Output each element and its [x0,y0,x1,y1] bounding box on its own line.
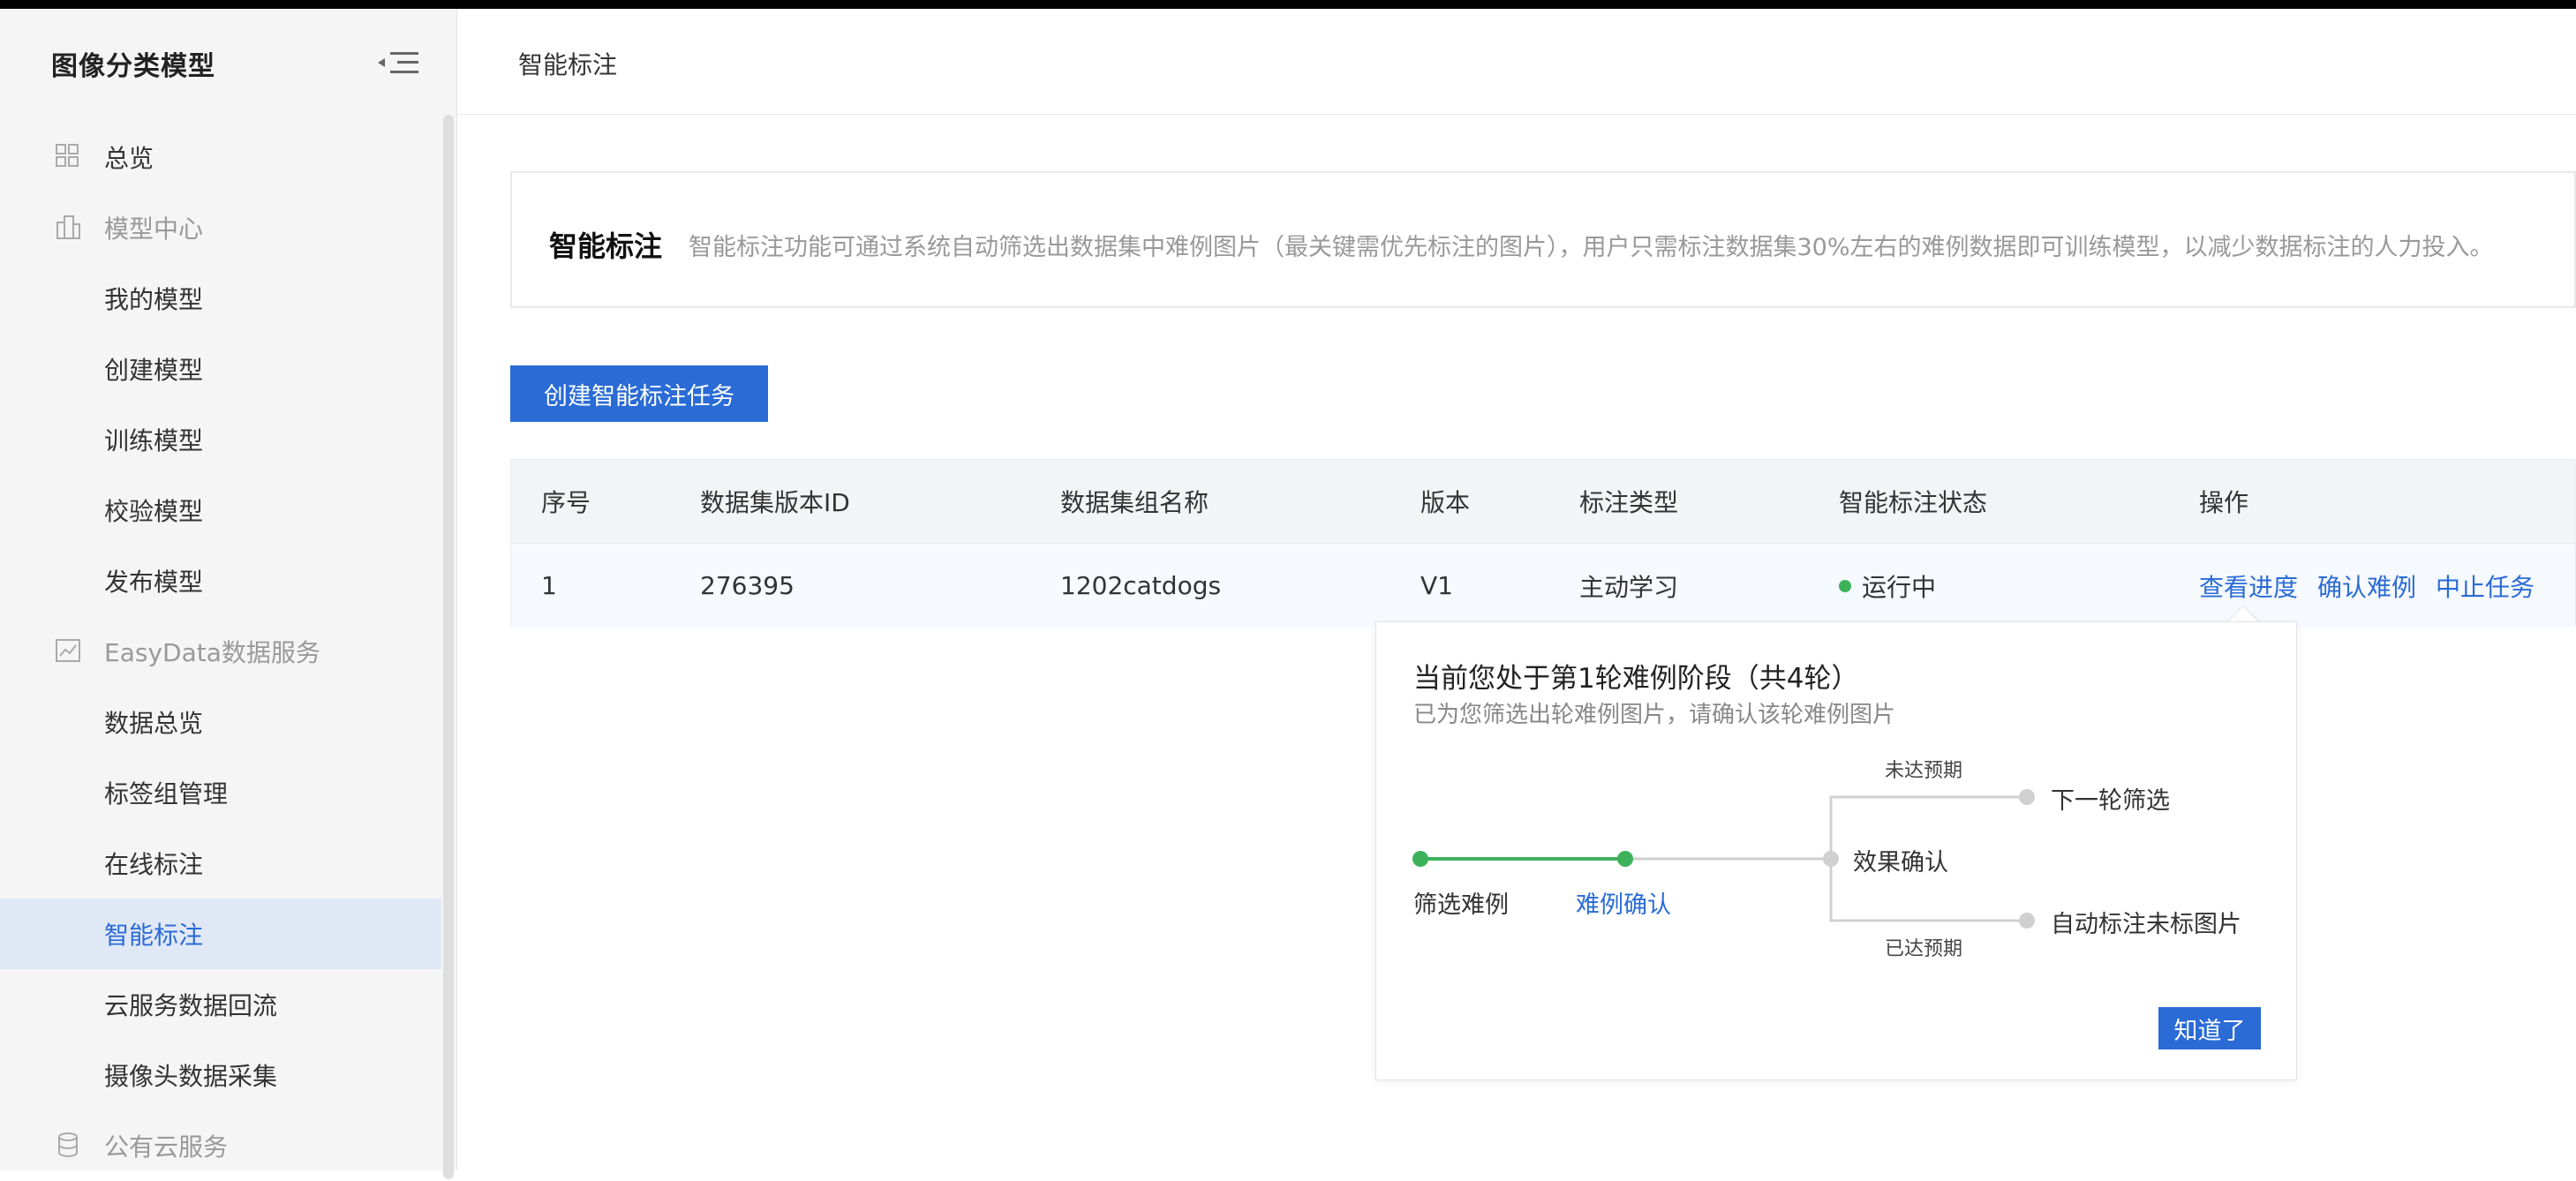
table-header: 序号 数据集版本ID 数据集组名称 版本 标注类型 智能标注状态 操作 [511,460,2575,543]
sidebar: 图像分类模型 总览 模型中心 我的模型 创建模型 训练模型 校验模型 发布模型 … [0,9,457,1179]
sidebar-item-my-models[interactable]: 我的模型 [0,263,441,334]
sidebar-scrollbar[interactable] [443,115,454,1179]
column-header-version: 版本 [1420,488,1471,517]
database-icon [55,1132,83,1160]
sidebar-item-label: 摄像头数据采集 [104,1062,278,1091]
sidebar-item-label: 在线标注 [104,850,204,879]
sidebar-item-label: 我的模型 [104,285,204,314]
sidebar-group-label: EasyData数据服务 [104,638,320,667]
column-header-status: 智能标注状态 [1839,488,1988,517]
table-row: 1 276395 1202catdogs V1 主动学习 运行中 查看进度 确认… [511,543,2575,628]
step-evaluate-label: 效果确认 [1853,849,1948,876]
step-filter-node [1412,851,1428,867]
collapse-menu-icon[interactable] [378,49,422,76]
sidebar-item-label: 智能标注 [104,921,204,950]
sidebar-title: 图像分类模型 [51,51,215,82]
grid-icon [55,143,83,171]
cell-index: 1 [541,571,557,600]
sidebar-item-label: 标签组管理 [104,779,229,809]
sidebar-header: 图像分类模型 [0,9,457,113]
intro-title: 智能标注 [549,229,663,263]
branch-top-condition: 未达预期 [1885,760,1963,782]
sidebar-item-create-model[interactable]: 创建模型 [0,334,441,404]
sidebar-group-model-center[interactable]: 模型中心 [0,192,441,263]
sidebar-group-label: 公有云服务 [104,1132,229,1162]
progress-popover: 当前您处于第1轮难例阶段（共4轮） 已为您筛选出轮难例图片，请确认该轮难例图片 … [1375,621,2297,1080]
chart-icon [55,637,83,666]
popover-subtitle: 已为您筛选出轮难例图片，请确认该轮难例图片 [1413,702,1896,728]
sidebar-item-train-model[interactable]: 训练模型 [0,404,441,475]
step-confirm-label: 难例确认 [1576,891,1671,919]
sidebar-item-publish-model[interactable]: 发布模型 [0,545,441,616]
view-progress-link[interactable]: 查看进度 [2199,568,2298,604]
sidebar-group-easydata[interactable]: EasyData数据服务 [0,616,441,687]
sidebar-item-label: 校验模型 [104,497,204,526]
intro-card: 智能标注 智能标注功能可通过系统自动筛选出数据集中难例图片（最关键需优先标注的图… [510,171,2576,308]
sidebar-item-online-annotation[interactable]: 在线标注 [0,828,441,899]
got-it-button[interactable]: 知道了 [2158,1007,2261,1049]
status-text: 运行中 [1862,572,1937,602]
step-filter-label: 筛选难例 [1413,891,1509,919]
sidebar-item-data-overview[interactable]: 数据总览 [0,687,441,757]
sidebar-item-label: 创建模型 [104,356,204,385]
building-icon [55,214,83,242]
status-running-dot [1839,579,1851,592]
progress-flow: 筛选难例 难例确认 效果确认 未达预期 下一轮筛选 已达预期 自动标注未标图片 [1376,737,2298,967]
column-header-index: 序号 [541,488,591,517]
sidebar-item-label: 云服务数据回流 [104,991,278,1020]
auto-annotate-node [2019,913,2035,929]
column-header-dataset-version-id: 数据集版本ID [700,488,850,517]
sidebar-item-label: 数据总览 [104,709,204,738]
sidebar-item-label: 总览 [104,144,154,173]
sidebar-item-label: 训练模型 [104,426,204,455]
sidebar-group-public-cloud[interactable]: 公有云服务 [0,1110,441,1181]
cell-version: V1 [1420,571,1453,600]
cell-dataset-version-id: 276395 [700,571,795,600]
cell-status: 运行中 [1839,544,1936,628]
window-top-bar [0,0,2576,9]
next-round-node [2019,789,2035,805]
branch-top-result: 下一轮筛选 [2051,787,2170,815]
main-header: 智能标注 [458,9,2576,115]
sidebar-item-validate-model[interactable]: 校验模型 [0,475,441,545]
task-table: 序号 数据集版本ID 数据集组名称 版本 标注类型 智能标注状态 操作 1 27… [510,459,2576,628]
branch-bottom-result: 自动标注未标图片 [2051,911,2241,938]
sidebar-item-label: 发布模型 [104,568,204,597]
sidebar-item-cloud-data-backflow[interactable]: 云服务数据回流 [0,969,441,1040]
step-confirm-node [1617,851,1633,867]
branch-bottom-condition: 已达预期 [1885,938,1963,960]
sidebar-item-smart-annotation[interactable]: 智能标注 [0,899,441,969]
column-header-annotation-type: 标注类型 [1579,488,1679,517]
create-smart-annotation-task-button[interactable]: 创建智能标注任务 [510,365,768,422]
page-title: 智能标注 [518,50,618,79]
cell-dataset-group-name: 1202catdogs [1060,571,1222,600]
column-header-actions: 操作 [2199,488,2249,517]
sidebar-item-overview[interactable]: 总览 [0,122,441,192]
sidebar-group-label: 模型中心 [104,214,204,244]
intro-description: 智能标注功能可通过系统自动筛选出数据集中难例图片（最关键需优先标注的图片），用户… [689,234,2494,261]
step-evaluate-node [1823,851,1839,867]
sidebar-item-camera-capture[interactable]: 摄像头数据采集 [0,1040,441,1110]
column-header-dataset-group-name: 数据集组名称 [1060,488,1209,517]
popover-title: 当前您处于第1轮难例阶段（共4轮） [1413,663,1859,695]
confirm-hard-examples-link[interactable]: 确认难例 [2317,568,2416,604]
stop-task-link[interactable]: 中止任务 [2436,568,2535,604]
cell-annotation-type: 主动学习 [1579,572,1679,602]
sidebar-item-label-groups[interactable]: 标签组管理 [0,757,441,828]
